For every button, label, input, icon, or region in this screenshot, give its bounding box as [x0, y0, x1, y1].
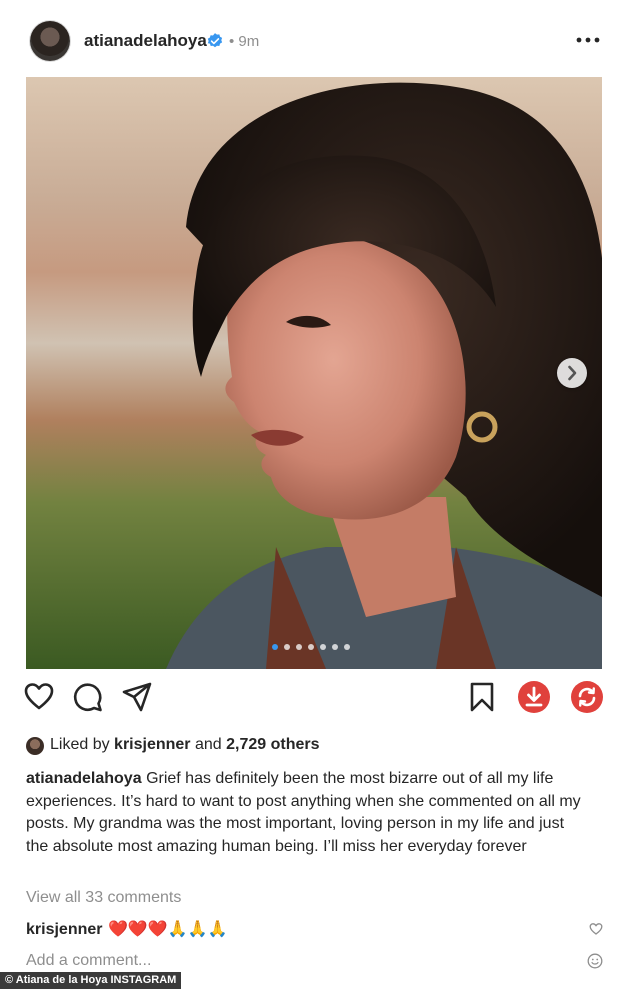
carousel-dot: [296, 644, 302, 650]
caption-username[interactable]: atianadelahoya: [26, 770, 142, 787]
emoji-icon[interactable]: [587, 953, 603, 969]
add-comment-input[interactable]: Add a comment...: [26, 952, 151, 970]
post-time: • 9m: [229, 33, 260, 50]
likes-prefix: Liked by: [50, 736, 110, 753]
comment-text: ❤️❤️❤️🙏🙏🙏: [108, 921, 228, 938]
comment-item: krisjenner ❤️❤️❤️🙏🙏🙏: [26, 919, 606, 943]
carousel-dot: [344, 644, 350, 650]
avatar[interactable]: [30, 21, 70, 61]
comment-like-icon[interactable]: [589, 922, 603, 936]
carousel-dot: [308, 644, 314, 650]
post-header: atianadelahoya • 9m: [0, 0, 634, 78]
liker-avatar: [26, 737, 44, 755]
comment-icon[interactable]: [71, 680, 105, 714]
portrait-image: [26, 77, 602, 669]
post-photo[interactable]: [26, 77, 602, 669]
carousel-indicator: [272, 644, 350, 650]
carousel-dot: [272, 644, 278, 650]
likes-text: Liked by krisjenner and 2,729 others: [50, 736, 320, 754]
action-bar: [0, 680, 634, 724]
chevron-right-icon: [568, 365, 577, 381]
likes-others[interactable]: 2,729 others: [226, 736, 319, 753]
share-icon[interactable]: [120, 680, 154, 714]
likes-user[interactable]: krisjenner: [114, 736, 190, 753]
heart-icon[interactable]: [22, 680, 56, 714]
likes-middle: and: [194, 736, 222, 753]
bookmark-icon[interactable]: [465, 680, 499, 714]
more-options-icon[interactable]: [575, 33, 601, 47]
post-caption: atianadelahoya Grief has definitely been…: [26, 768, 586, 858]
carousel-dot: [284, 644, 290, 650]
download-icon[interactable]: [517, 680, 551, 714]
comment-username[interactable]: krisjenner: [26, 921, 102, 939]
carousel-dot: [332, 644, 338, 650]
carousel-dot: [320, 644, 326, 650]
view-all-comments-link[interactable]: View all 33 comments: [26, 889, 181, 907]
carousel-next-button[interactable]: [557, 358, 587, 388]
repost-icon[interactable]: [570, 680, 604, 714]
photo-credit: © Atiana de la Hoya INSTAGRAM: [0, 972, 182, 989]
post-username[interactable]: atianadelahoya: [84, 31, 207, 51]
verified-badge-icon: [207, 33, 223, 48]
